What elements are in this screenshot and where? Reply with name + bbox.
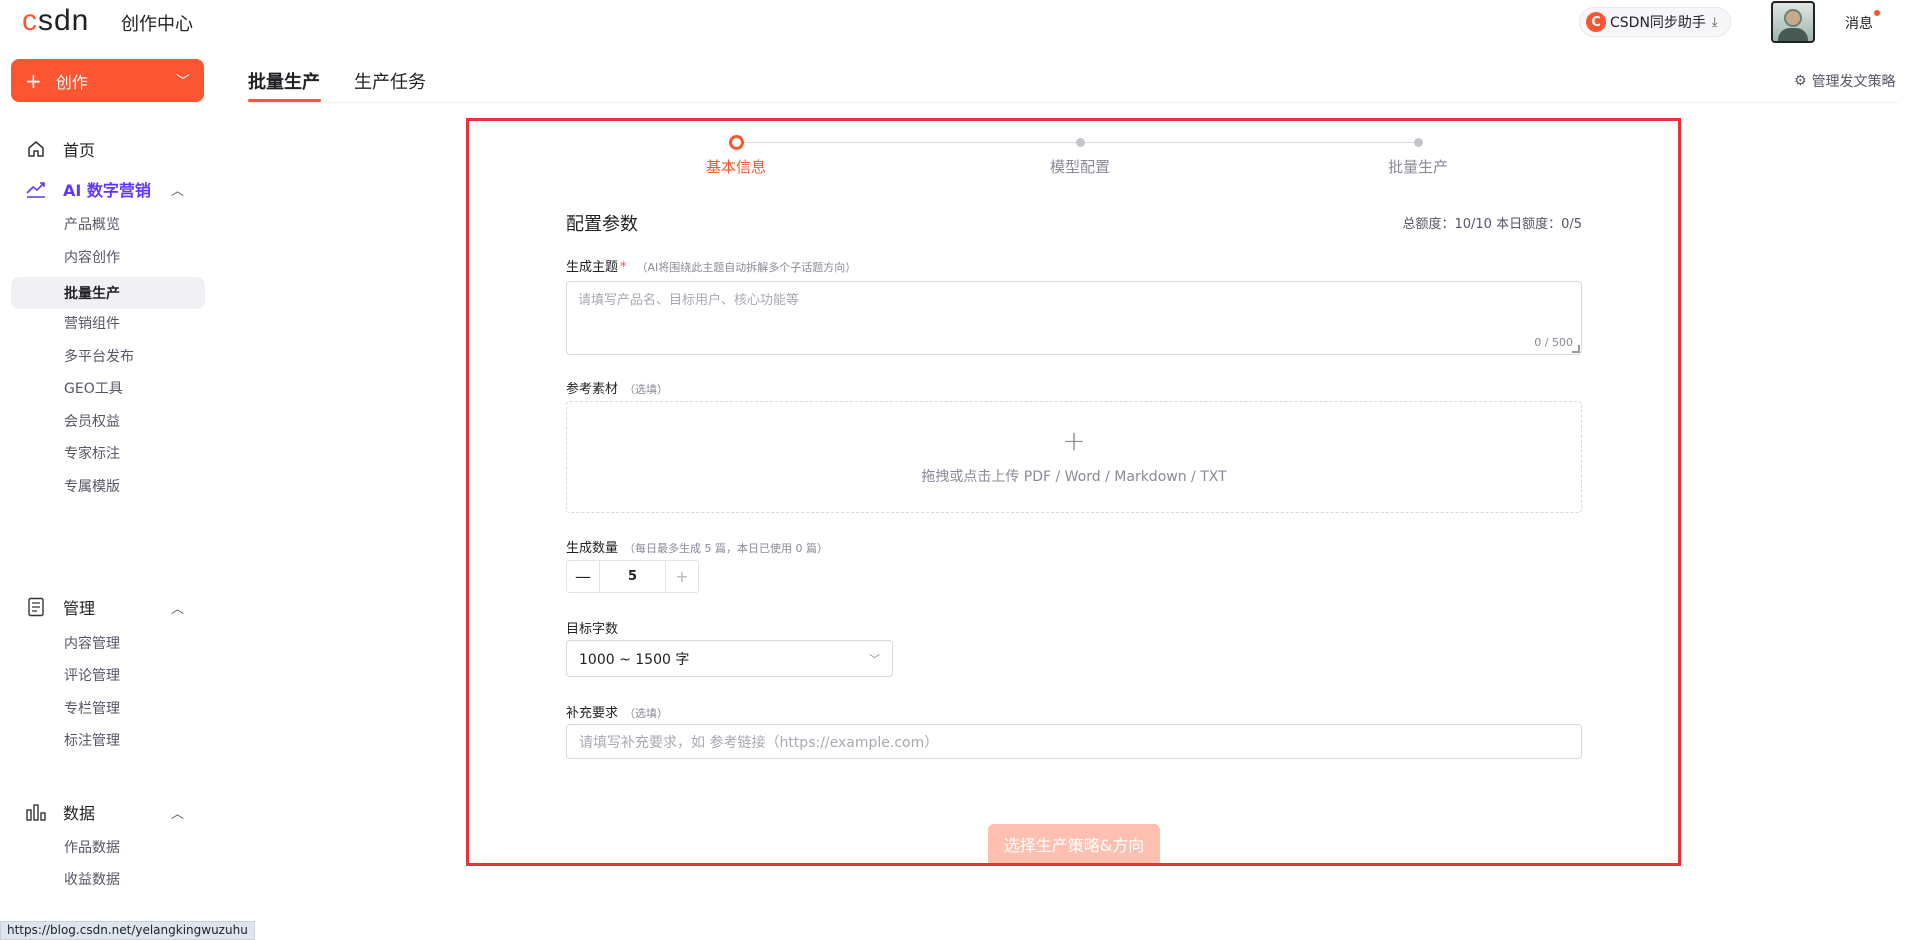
chevron-up-icon: ︿	[170, 183, 184, 199]
chevron-down-icon: ﹀	[176, 74, 190, 90]
sidebar-item-column-management[interactable]: 专栏管理	[11, 692, 205, 724]
csdn-logo[interactable]: csdn	[22, 4, 89, 38]
sidebar-item-content-management[interactable]: 内容管理	[11, 627, 205, 659]
plus-icon: +	[25, 68, 42, 93]
word-count-label: 目标字数	[566, 622, 619, 637]
sidebar-item-member-benefits[interactable]: 会员权益	[11, 405, 205, 437]
decrement-button[interactable]: —	[567, 561, 599, 592]
sidebar-item-content-creation[interactable]: 内容创作	[11, 241, 205, 273]
tab-production-tasks[interactable]: 生产任务	[354, 68, 426, 94]
csdn-c-icon: C	[1586, 12, 1606, 32]
sidebar-item-work-data[interactable]: 作品数据	[11, 831, 205, 863]
quota-info: 总额度：10/10 本日额度：0/5	[1402, 217, 1582, 232]
resize-handle-icon[interactable]	[1572, 345, 1580, 353]
messages-link[interactable]: 消息	[1845, 13, 1873, 33]
sidebar-item-management[interactable]: 管理 ︿	[11, 588, 206, 626]
section-title: 配置参数	[566, 214, 638, 235]
sync-helper-button[interactable]: C CSDN同步助手 ⤓	[1579, 7, 1731, 37]
topic-textarea[interactable]: 请填写产品名、目标用户、核心功能等 0 / 500	[566, 281, 1582, 355]
tabs-divider	[248, 102, 1898, 103]
trend-chart-icon	[25, 178, 47, 200]
progress-steps: 基本信息 模型配置 批量生产	[706, 135, 1448, 177]
step-model-config: 模型配置	[1049, 158, 1111, 176]
step-batch-production: 批量生产	[1387, 158, 1449, 176]
count-label: 生成数量 （每日最多生成 5 篇，本日已使用 0 篇）	[566, 541, 828, 556]
message-unread-dot	[1874, 10, 1880, 16]
tab-batch-production[interactable]: 批量生产	[248, 68, 320, 94]
increment-button[interactable]: +	[666, 561, 698, 592]
sidebar-item-data[interactable]: 数据 ︿	[11, 793, 206, 831]
topic-label: 生成主题 * （AI将围绕此主题自动拆解多个子话题方向）	[566, 260, 857, 275]
step-dot	[1076, 138, 1085, 147]
plus-icon: +	[1062, 424, 1086, 457]
manage-strategy-link[interactable]: ⚙ 管理发文策略	[1794, 71, 1896, 91]
step-dot-current	[729, 135, 744, 150]
sidebar-item-expert-annotation[interactable]: 专家标注	[11, 437, 205, 469]
extra-label: 补充要求 （选填）	[566, 706, 669, 721]
sync-helper-label: CSDN同步助手	[1610, 15, 1706, 31]
document-icon	[25, 596, 47, 618]
quantity-value[interactable]: 5	[599, 561, 666, 592]
char-counter: 0 / 500	[1534, 336, 1573, 349]
home-icon	[25, 138, 47, 160]
sidebar-item-marketing-components[interactable]: 营销组件	[11, 307, 205, 339]
extra-requirements-input[interactable]: 请填写补充要求，如 参考链接（https://example.com）	[566, 724, 1582, 759]
step-dot	[1414, 138, 1423, 147]
topic-placeholder: 请填写产品名、目标用户、核心功能等	[578, 293, 800, 308]
word-count-select[interactable]: 1000 ~ 1500 字 ﹀	[566, 640, 893, 677]
chevron-down-icon: ﹀	[869, 653, 880, 666]
choose-strategy-button[interactable]: 选择生产策略&方向	[988, 824, 1160, 863]
file-upload-dropzone[interactable]: + 拖拽或点击上传 PDF / Word / Markdown / TXT	[566, 401, 1582, 513]
quantity-stepper: — 5 +	[566, 560, 699, 593]
gear-icon: ⚙	[1794, 73, 1807, 89]
required-mark: *	[620, 260, 627, 275]
material-label: 参考素材 （选填）	[566, 382, 669, 397]
upload-instructions: 拖拽或点击上传 PDF / Word / Markdown / TXT	[921, 469, 1227, 485]
sidebar-item-comment-management[interactable]: 评论管理	[11, 659, 205, 691]
status-url: https://blog.csdn.net/yelangkingwuzuhu	[0, 921, 255, 940]
create-label: 创作	[55, 72, 88, 92]
site-title: 创作中心	[121, 14, 193, 35]
topic-hint: （AI将围绕此主题自动拆解多个子话题方向）	[636, 261, 857, 274]
sidebar-item-annotation-management[interactable]: 标注管理	[11, 724, 205, 756]
sidebar-item-multi-platform[interactable]: 多平台发布	[11, 340, 205, 372]
step-basic-info: 基本信息	[705, 158, 767, 176]
sidebar-item-revenue-data[interactable]: 收益数据	[11, 863, 205, 895]
download-icon: ⤓	[1711, 14, 1718, 30]
create-button[interactable]: + 创作 ﹀	[11, 59, 204, 102]
sidebar-item-exclusive-templates[interactable]: 专属模版	[11, 470, 205, 502]
sidebar-item-ai-marketing[interactable]: AI 数字营销 ︿	[11, 170, 206, 208]
sidebar-item-geo-tools[interactable]: GEO工具	[11, 372, 205, 404]
extra-placeholder: 请填写补充要求，如 参考链接（https://example.com）	[579, 734, 939, 751]
avatar[interactable]	[1771, 1, 1815, 43]
sidebar-item-home[interactable]: 首页	[11, 130, 206, 168]
chevron-up-icon: ︿	[170, 601, 184, 617]
sidebar-item-batch-production[interactable]: 批量生产	[11, 277, 205, 309]
sidebar-item-product-overview[interactable]: 产品概览	[11, 208, 205, 240]
top-bar: csdn 创作中心 C CSDN同步助手 ⤓ 消息	[0, 0, 1918, 44]
bar-chart-icon	[25, 801, 47, 823]
chevron-up-icon: ︿	[170, 806, 184, 822]
